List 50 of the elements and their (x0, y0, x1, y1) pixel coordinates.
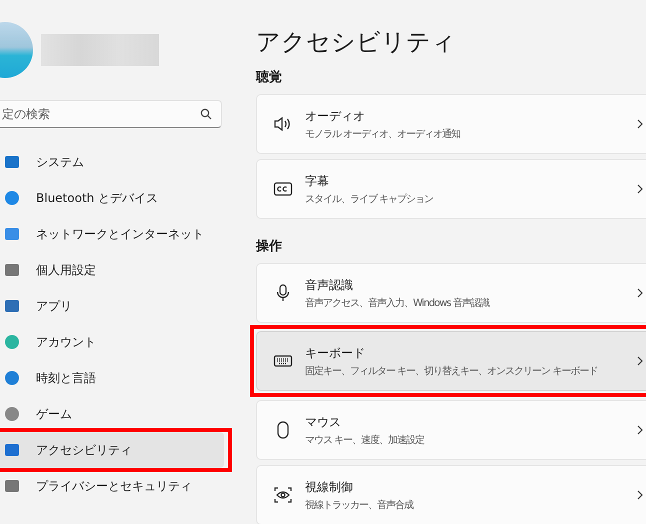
sidebar-item[interactable]: システム (0, 144, 224, 180)
card-title: キーボード (305, 344, 366, 362)
speaker-icon (273, 114, 293, 134)
card-subtitle: モノラル オーディオ、オーディオ通知 (305, 128, 462, 140)
chevron-right-icon (637, 490, 643, 500)
category-icon (4, 190, 20, 206)
card-subtitle: 視線トラッカー、音声合成 (305, 498, 414, 512)
chevron-right-icon (637, 356, 643, 366)
settings-card[interactable]: キーボード 固定キー、フィルター キー、切り替えキー、オンスクリーン キーボード (256, 331, 646, 391)
section-heading: 操作 (256, 238, 283, 255)
search-icon (200, 108, 212, 120)
category-icon (4, 442, 20, 458)
category-icon (4, 298, 20, 314)
settings-card[interactable]: 音声認識 音声アクセス、音声入力、Windows 音声認識 (256, 263, 646, 323)
section-heading: 聴覚 (256, 68, 283, 86)
card-subtitle: 音声アクセス、音声入力、Windows 音声認識 (305, 296, 490, 310)
card-title: マウス (305, 414, 342, 430)
card-title: 音声認識 (305, 276, 354, 294)
settings-card[interactable]: オーディオ モノラル オーディオ、オーディオ通知 (256, 94, 646, 154)
sidebar-item[interactable]: アプリ (0, 288, 224, 324)
category-icon (4, 370, 20, 386)
category-icon (4, 262, 20, 278)
card-subtitle: スタイル、ライブ キャプション (305, 192, 434, 206)
settings-card[interactable]: 視線制御 視線トラッカー、音声合成 (256, 465, 646, 524)
sidebar-item[interactable]: ゲーム (0, 396, 224, 432)
chevron-right-icon (637, 119, 643, 129)
card-subtitle: 固定キー、フィルター キー、切り替えキー、オンスクリーン キーボード (305, 364, 598, 378)
sidebar-item[interactable]: 時刻と言語 (0, 360, 224, 396)
category-icon (4, 154, 20, 170)
sidebar-item[interactable]: アカウント (0, 324, 224, 360)
sidebar-item[interactable]: Bluetooth とデバイス (0, 180, 224, 216)
search-field[interactable]: 定の検索 (0, 100, 222, 128)
chevron-right-icon (637, 288, 643, 298)
settings-card[interactable]: マウス マウス キー、速度、加速設定 (256, 400, 646, 460)
chevron-right-icon (637, 425, 643, 435)
category-icon (4, 226, 20, 242)
chevron-right-icon (637, 184, 643, 194)
category-icon (4, 334, 20, 350)
sidebar-item[interactable]: ネットワークとインターネット (0, 216, 224, 252)
category-icon (4, 406, 20, 422)
settings-card[interactable]: 字幕 スタイル、ライブ キャプション (256, 159, 646, 219)
category-icon (4, 478, 20, 494)
card-title: 字幕 (305, 172, 330, 190)
sidebar-item[interactable]: 個人用設定 (0, 252, 224, 288)
eye-tracking-icon (273, 485, 293, 505)
card-title: 視線制御 (305, 478, 354, 496)
page-title: アクセシビリティ (256, 27, 457, 58)
sidebar-item[interactable]: プライバシーとセキュリティ (0, 468, 224, 504)
card-subtitle: マウス キー、速度、加速設定 (305, 434, 426, 446)
card-title: オーディオ (305, 108, 366, 124)
